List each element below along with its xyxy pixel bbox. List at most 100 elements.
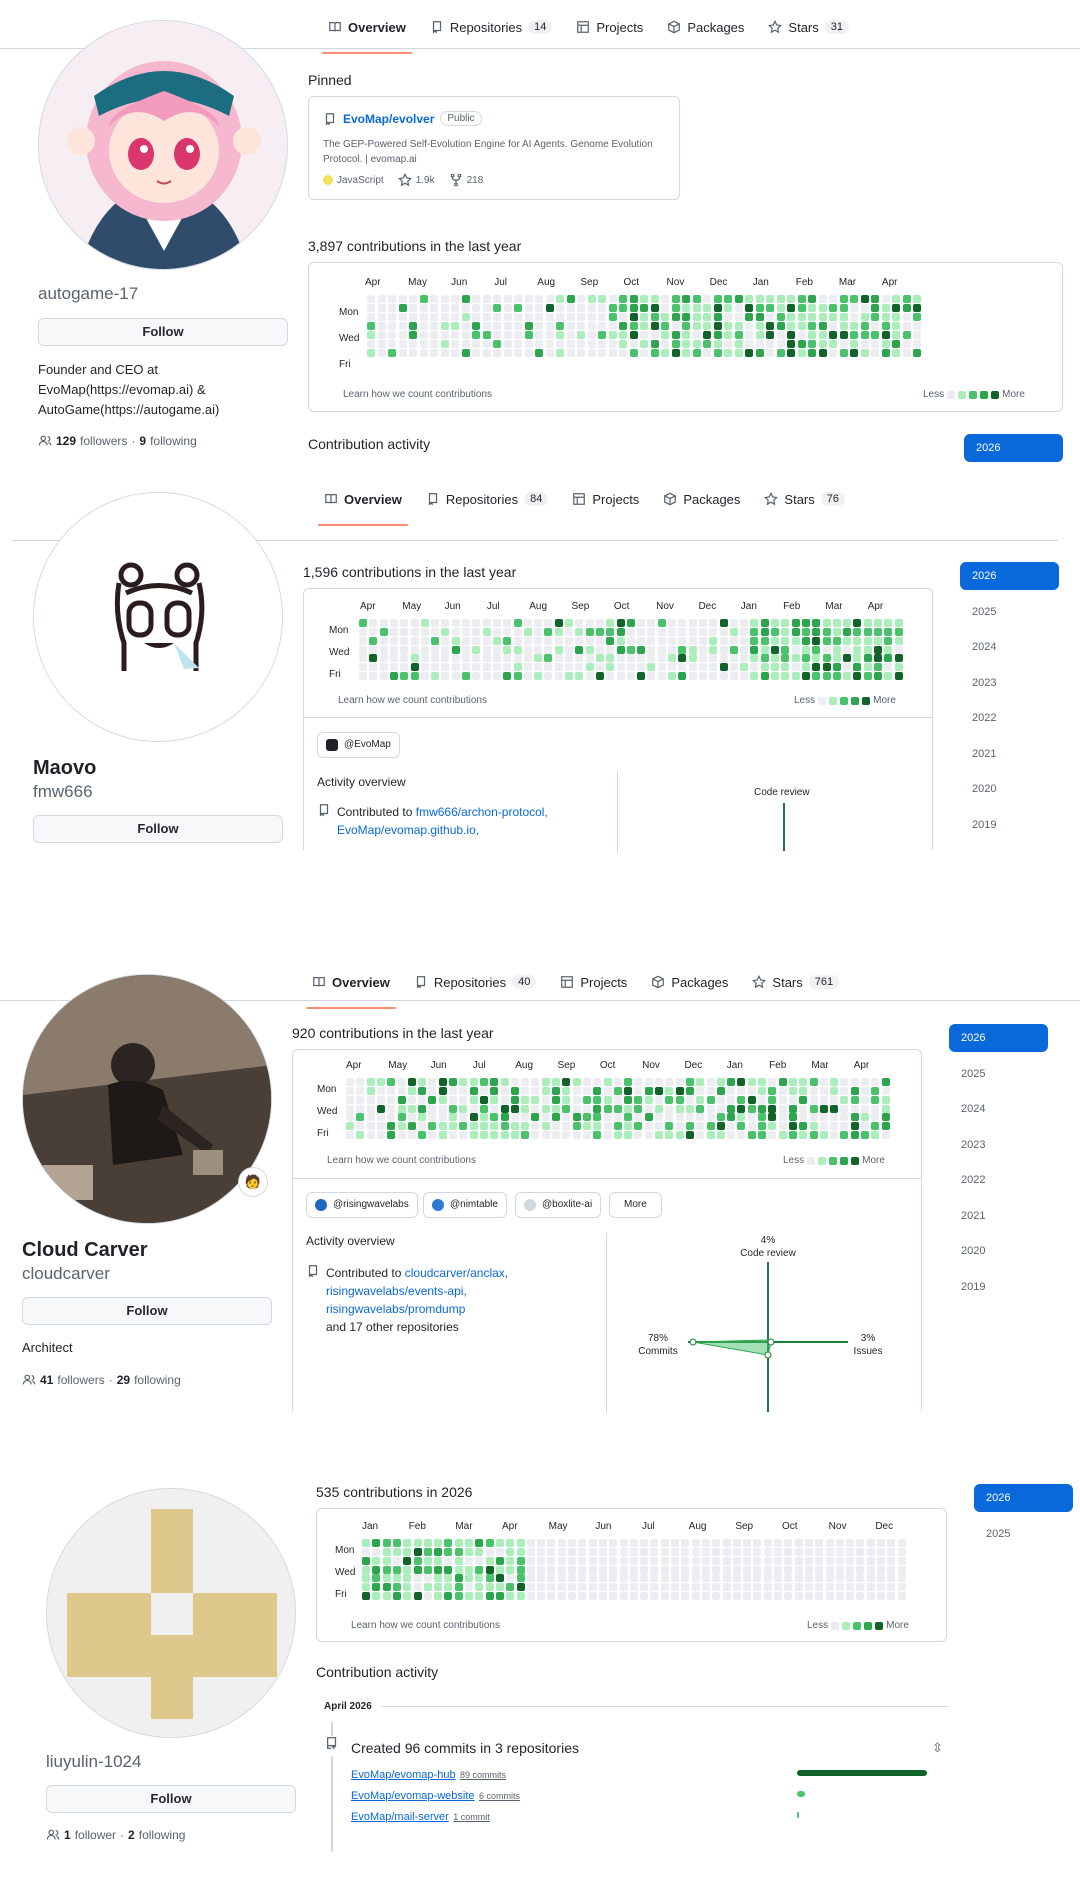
contribution-day[interactable] xyxy=(832,654,841,663)
contribution-day[interactable] xyxy=(678,627,687,636)
contribution-day[interactable] xyxy=(472,672,481,681)
contribution-day[interactable] xyxy=(613,1095,622,1104)
contribution-day[interactable] xyxy=(403,1574,412,1583)
contribution-day[interactable] xyxy=(791,619,800,627)
contribution-day[interactable] xyxy=(565,627,573,636)
contribution-day[interactable] xyxy=(661,322,669,331)
contribution-day[interactable] xyxy=(407,1095,416,1104)
contribution-day[interactable] xyxy=(753,1539,762,1547)
contribution-day[interactable] xyxy=(526,1556,535,1565)
contribution-day[interactable] xyxy=(356,1131,365,1140)
contribution-day[interactable] xyxy=(503,340,512,349)
contribution-day[interactable] xyxy=(598,340,606,349)
contribution-day[interactable] xyxy=(719,627,728,636)
contribution-day[interactable] xyxy=(825,1539,834,1547)
contribution-day[interactable] xyxy=(685,1095,694,1104)
contribution-day[interactable] xyxy=(609,1565,618,1574)
contribution-day[interactable] xyxy=(413,1565,422,1574)
contribution-day[interactable] xyxy=(830,1095,839,1104)
contribution-day[interactable] xyxy=(485,1592,494,1601)
contribution-day[interactable] xyxy=(449,1131,457,1140)
contribution-day[interactable] xyxy=(428,1122,437,1131)
contribution-day[interactable] xyxy=(516,1583,525,1592)
followers-label[interactable]: followers xyxy=(80,434,127,448)
contribution-day[interactable] xyxy=(678,654,687,663)
contribution-day[interactable] xyxy=(688,619,697,627)
contribution-day[interactable] xyxy=(485,1574,494,1583)
contribution-day[interactable] xyxy=(521,1095,530,1104)
contribution-day[interactable] xyxy=(753,1547,762,1556)
contribution-day[interactable] xyxy=(660,1574,669,1583)
contribution-day[interactable] xyxy=(629,295,638,303)
contribution-day[interactable] xyxy=(640,349,648,358)
contribution-day[interactable] xyxy=(696,1131,705,1140)
contribution-day[interactable] xyxy=(367,349,375,358)
contribution-day[interactable] xyxy=(389,663,398,672)
contribution-day[interactable] xyxy=(626,627,635,636)
contribution-day[interactable] xyxy=(881,322,890,331)
contribution-day[interactable] xyxy=(791,645,800,654)
contribution-day[interactable] xyxy=(887,1592,896,1601)
contribution-day[interactable] xyxy=(387,1113,396,1122)
contribution-day[interactable] xyxy=(372,1539,381,1547)
contribution-day[interactable] xyxy=(626,636,635,645)
contribution-day[interactable] xyxy=(403,1539,412,1547)
contribution-day[interactable] xyxy=(804,1574,813,1583)
contribution-day[interactable] xyxy=(376,1104,385,1113)
contribution-day[interactable] xyxy=(665,1131,674,1140)
contribution-day[interactable] xyxy=(804,1592,813,1601)
contribution-day[interactable] xyxy=(598,1547,607,1556)
contribution-day[interactable] xyxy=(797,349,806,358)
year-button[interactable]: 2026 xyxy=(949,1024,1048,1052)
contribution-day[interactable] xyxy=(768,1078,777,1086)
contribution-day[interactable] xyxy=(500,1122,509,1131)
contribution-day[interactable] xyxy=(485,1556,494,1565)
contribution-day[interactable] xyxy=(644,1095,653,1104)
year-button[interactable]: 2025 xyxy=(960,598,1059,626)
contribution-day[interactable] xyxy=(490,1104,499,1113)
contribution-day[interactable] xyxy=(668,672,676,681)
contribution-day[interactable] xyxy=(629,1556,638,1565)
contribution-day[interactable] xyxy=(913,340,921,349)
contribution-day[interactable] xyxy=(572,1095,581,1104)
contribution-day[interactable] xyxy=(369,627,378,636)
contribution-day[interactable] xyxy=(490,1095,499,1104)
contribution-day[interactable] xyxy=(619,1539,628,1547)
contribution-day[interactable] xyxy=(356,1086,365,1095)
contribution-day[interactable] xyxy=(418,1086,427,1095)
contribution-day[interactable] xyxy=(459,1086,468,1095)
contribution-day[interactable] xyxy=(482,340,491,349)
contribution-day[interactable] xyxy=(472,322,480,331)
contribution-day[interactable] xyxy=(423,1547,432,1556)
contribution-day[interactable] xyxy=(397,1122,406,1131)
contribution-day[interactable] xyxy=(734,322,743,331)
contribution-day[interactable] xyxy=(874,627,882,636)
contribution-day[interactable] xyxy=(598,1583,607,1592)
followers-label[interactable]: followers xyxy=(57,1373,104,1387)
year-button[interactable]: 2025 xyxy=(974,1520,1073,1548)
contribution-day[interactable] xyxy=(428,1131,437,1140)
contribution-day[interactable] xyxy=(434,1547,443,1556)
contribution-day[interactable] xyxy=(475,1565,484,1574)
contribution-day[interactable] xyxy=(809,1104,818,1113)
contribution-day[interactable] xyxy=(398,322,407,331)
contribution-day[interactable] xyxy=(861,1131,869,1140)
contribution-day[interactable] xyxy=(413,1574,422,1583)
contribution-day[interactable] xyxy=(475,1547,484,1556)
contribution-day[interactable] xyxy=(524,313,533,322)
contribution-day[interactable] xyxy=(616,654,625,663)
contribution-day[interactable] xyxy=(655,1113,663,1122)
contribution-day[interactable] xyxy=(541,1104,550,1113)
contribution-day[interactable] xyxy=(722,1565,731,1574)
contribution-day[interactable] xyxy=(698,663,707,672)
year-button[interactable]: 2023 xyxy=(960,669,1059,697)
contribution-day[interactable] xyxy=(521,1122,530,1131)
contribution-day[interactable] xyxy=(835,1592,844,1601)
contribution-day[interactable] xyxy=(629,322,638,331)
contribution-day[interactable] xyxy=(681,1565,690,1574)
contribution-day[interactable] xyxy=(492,645,501,654)
contribution-day[interactable] xyxy=(696,1078,705,1086)
contribution-day[interactable] xyxy=(801,636,810,645)
contribution-day[interactable] xyxy=(440,295,449,303)
contribution-day[interactable] xyxy=(913,331,921,340)
